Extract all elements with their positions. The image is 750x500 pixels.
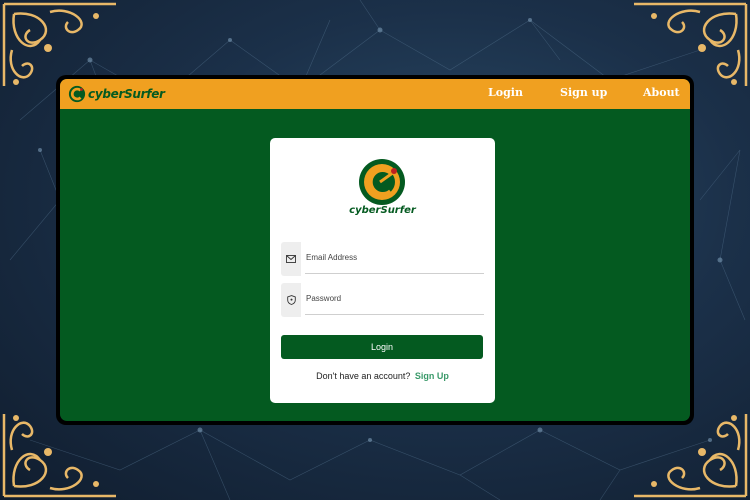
signup-prompt-row: Don't have an account? Sign Up — [270, 371, 495, 381]
top-navbar: cyberSurfer Login Sign up About — [60, 79, 690, 109]
nav-link-signup[interactable]: Sign up — [560, 86, 607, 99]
signup-link[interactable]: Sign Up — [415, 371, 449, 381]
shield-lock-icon — [281, 283, 301, 317]
navbar-brand[interactable]: cyberSurfer — [68, 83, 165, 105]
login-card: cyberSurfer L — [270, 138, 495, 403]
navbar-brand-name: cyberSurfer — [88, 87, 165, 101]
nav-link-about[interactable]: About — [643, 86, 680, 99]
signup-prompt-text: Don't have an account? — [316, 371, 411, 381]
email-field-group — [281, 242, 484, 276]
app-screen: cyberSurfer Login Sign up About cyberSur… — [60, 79, 690, 421]
email-field[interactable] — [305, 242, 484, 274]
card-brand-name: cyberSurfer — [349, 205, 416, 216]
cybersurfer-logo-icon — [68, 85, 86, 103]
password-field-group — [281, 283, 484, 317]
login-button[interactable]: Login — [281, 335, 483, 359]
browser-window-frame: cyberSurfer Login Sign up About cyberSur… — [56, 75, 694, 425]
nav-link-login[interactable]: Login — [488, 86, 523, 99]
envelope-icon — [281, 242, 301, 276]
password-field[interactable] — [305, 283, 484, 315]
